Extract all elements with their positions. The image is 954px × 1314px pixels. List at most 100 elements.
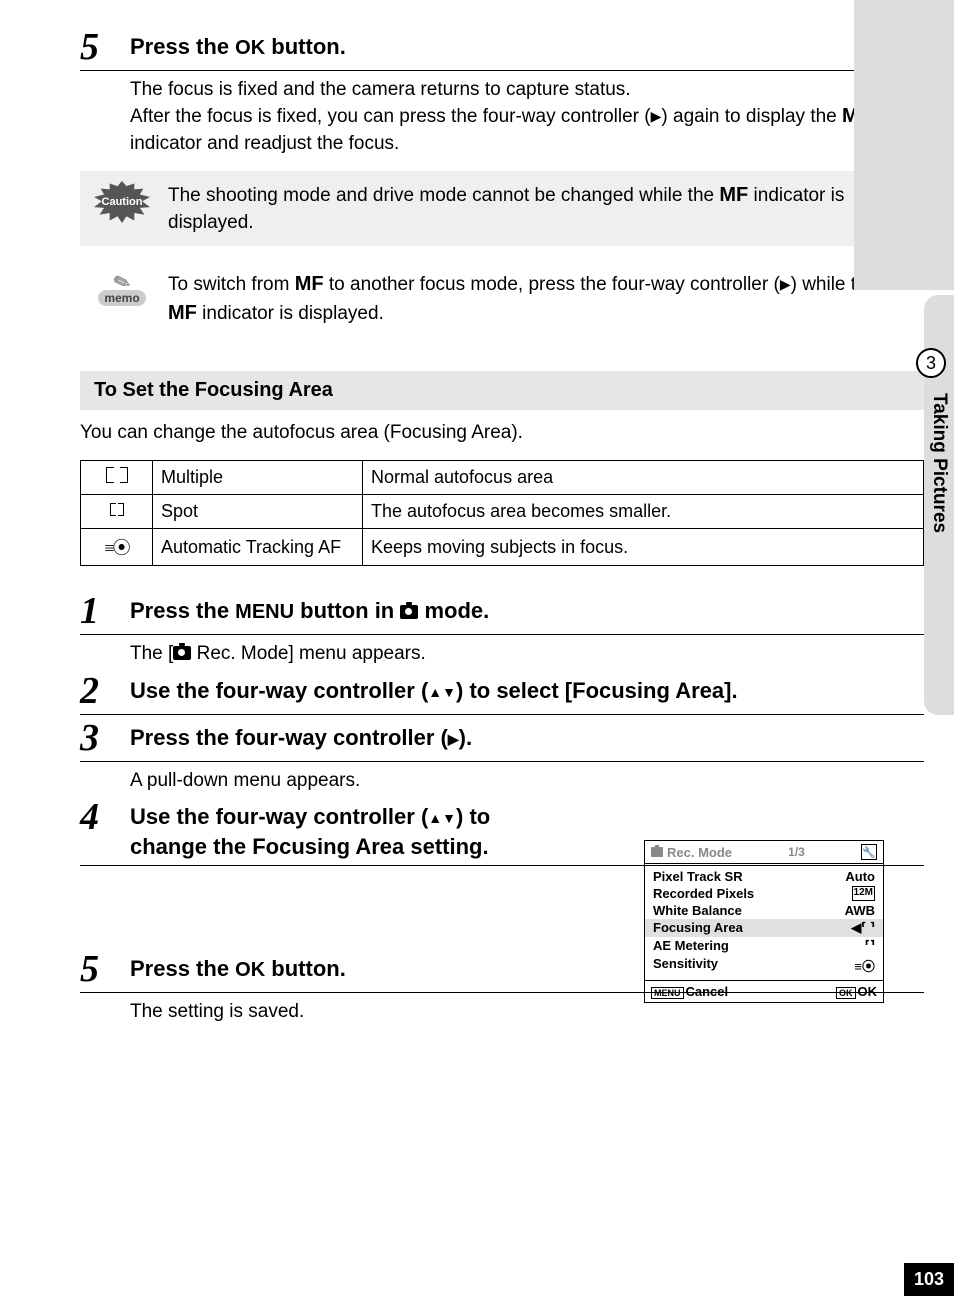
text: To switch from xyxy=(168,274,295,295)
step-title: Press the four-way controller (▶). xyxy=(130,721,472,753)
text: Cancel xyxy=(686,984,729,999)
text: Press the xyxy=(130,956,235,981)
caution-icon: Caution xyxy=(94,181,150,223)
text: ) to select [Focusing Area]. xyxy=(456,678,738,703)
step-number: 4 xyxy=(80,798,130,836)
memo-callout: ✎ memo To switch from MF to another focu… xyxy=(80,260,924,337)
item-value: AWB xyxy=(845,903,875,918)
item-label: White Balance xyxy=(653,903,742,918)
item-value: ≡⦿ xyxy=(854,956,875,975)
text: Use the four-way controller ( xyxy=(130,804,428,829)
camera-icon xyxy=(173,646,191,660)
step-title: Press the OK button. xyxy=(130,952,346,984)
text: ) again to display the xyxy=(661,106,842,127)
text: OK xyxy=(858,984,878,999)
page-number: 103 xyxy=(904,1263,954,1296)
list-item-selected: Focusing Area ◀⸢ ⸣ xyxy=(645,919,883,937)
caution-callout: Caution The shooting mode and drive mode… xyxy=(80,171,924,246)
step-5a: 5 Press the OK button. The focus is fixe… xyxy=(80,30,924,157)
memo-text: To switch from MF to another focus mode,… xyxy=(168,270,910,327)
text: indicator is displayed. xyxy=(197,303,384,324)
memo-icon: ✎ memo xyxy=(94,270,150,312)
camera-icon xyxy=(651,847,663,857)
text: indicator and readjust the focus. xyxy=(130,133,399,154)
up-down-arrows-icon: ▲▼ xyxy=(428,684,456,700)
af-name: Spot xyxy=(153,495,363,529)
screen-header: Rec. Mode 1/3 🔧 xyxy=(645,841,883,864)
lcd-screen-preview: Rec. Mode 1/3 🔧 Pixel Track SR Auto Recor… xyxy=(644,840,884,1003)
list-item: Sensitivity ≡⦿ xyxy=(653,955,875,976)
text: The focus is fixed and the camera return… xyxy=(130,77,924,103)
text: button. xyxy=(265,956,346,981)
step-number: 5 xyxy=(80,28,130,66)
section-header: To Set the Focusing Area xyxy=(80,371,924,410)
list-item: Pixel Track SR Auto xyxy=(653,868,875,885)
step-body: A pull-down menu appears. xyxy=(130,768,924,794)
text: The shooting mode and drive mode cannot … xyxy=(168,185,719,206)
step-title: Press the MENU button in mode. xyxy=(130,594,489,626)
item-value: ⸢⸣ xyxy=(865,938,875,954)
af-name: Multiple xyxy=(153,461,363,495)
menu-label: MENU xyxy=(235,601,294,623)
af-spot-icon xyxy=(81,495,153,529)
item-label: Focusing Area xyxy=(653,920,743,936)
left-arrow-icon: ◀ xyxy=(851,920,861,935)
table-row: ≡⦿ Automatic Tracking AF Keeps moving su… xyxy=(81,529,924,566)
step-body: The [ Rec. Mode] menu appears. xyxy=(130,641,924,667)
text: Press the xyxy=(130,598,235,623)
text: Rec. Mode] menu appears. xyxy=(191,643,425,664)
step-title: Use the four-way controller (▲▼) to chan… xyxy=(130,800,530,861)
text: button. xyxy=(265,34,346,59)
side-tab-top xyxy=(854,0,954,290)
af-desc: The autofocus area becomes smaller. xyxy=(363,495,924,529)
ok-button-label: OK xyxy=(836,987,856,999)
item-value: ◀⸢ ⸣ xyxy=(851,920,875,936)
text: Press the xyxy=(130,34,235,59)
step-1: 1 Press the MENU button in mode. The [ R… xyxy=(80,594,924,667)
table-row: Multiple Normal autofocus area xyxy=(81,461,924,495)
caution-text: The shooting mode and drive mode cannot … xyxy=(168,181,910,236)
af-desc: Keeps moving subjects in focus. xyxy=(363,529,924,566)
step-body: The setting is saved. xyxy=(130,999,924,1025)
text: Use the four-way controller ( xyxy=(130,678,428,703)
screen-footer: MENUCancel OKOK xyxy=(645,980,883,1002)
section-intro: You can change the autofocus area (Focus… xyxy=(80,422,924,444)
footer-ok: OKOK xyxy=(836,984,877,999)
item-label: Pixel Track SR xyxy=(653,869,743,884)
right-arrow-icon: ▶ xyxy=(448,731,459,747)
af-multiple-icon xyxy=(81,461,153,495)
chapter-number-badge: 3 xyxy=(916,348,946,378)
mf-label: MF xyxy=(295,273,324,295)
ok-label: OK xyxy=(235,959,265,981)
item-label: Recorded Pixels xyxy=(653,886,754,901)
burst-icon: Caution xyxy=(94,181,150,223)
item-label: Sensitivity xyxy=(653,956,718,975)
item-value: Auto xyxy=(845,869,875,884)
list-item: Recorded Pixels 12M xyxy=(653,885,875,902)
text: mode. xyxy=(418,598,489,623)
step-number: 2 xyxy=(80,672,130,710)
af-desc: Normal autofocus area xyxy=(363,461,924,495)
text: button in xyxy=(294,598,400,623)
table-row: Spot The autofocus area becomes smaller. xyxy=(81,495,924,529)
camera-icon xyxy=(400,605,418,619)
step-number: 5 xyxy=(80,950,130,988)
focusing-area-table: Multiple Normal autofocus area Spot The … xyxy=(80,460,924,566)
item-value: 12M xyxy=(852,886,875,901)
step-title: Press the OK button. xyxy=(130,30,346,62)
item-label: AE Metering xyxy=(653,938,729,954)
text: to another focus mode, press the four-wa… xyxy=(324,274,780,295)
text: ). xyxy=(459,725,472,750)
caution-label: Caution xyxy=(102,196,143,208)
step-3: 3 Press the four-way controller (▶). A p… xyxy=(80,721,924,794)
mf-label: MF xyxy=(719,184,748,206)
step-body: The focus is fixed and the camera return… xyxy=(130,77,924,157)
up-down-arrows-icon: ▲▼ xyxy=(428,810,456,826)
screen-page-indicator: 1/3 xyxy=(788,845,805,859)
list-item: AE Metering ⸢⸣ xyxy=(653,937,875,955)
text: Press the four-way controller ( xyxy=(130,725,448,750)
memo-graphic: ✎ memo xyxy=(98,276,145,306)
screen-header-left: Rec. Mode xyxy=(651,845,732,860)
text: After the focus is fixed, you can press … xyxy=(130,103,924,157)
menu-button-label: MENU xyxy=(651,987,684,999)
